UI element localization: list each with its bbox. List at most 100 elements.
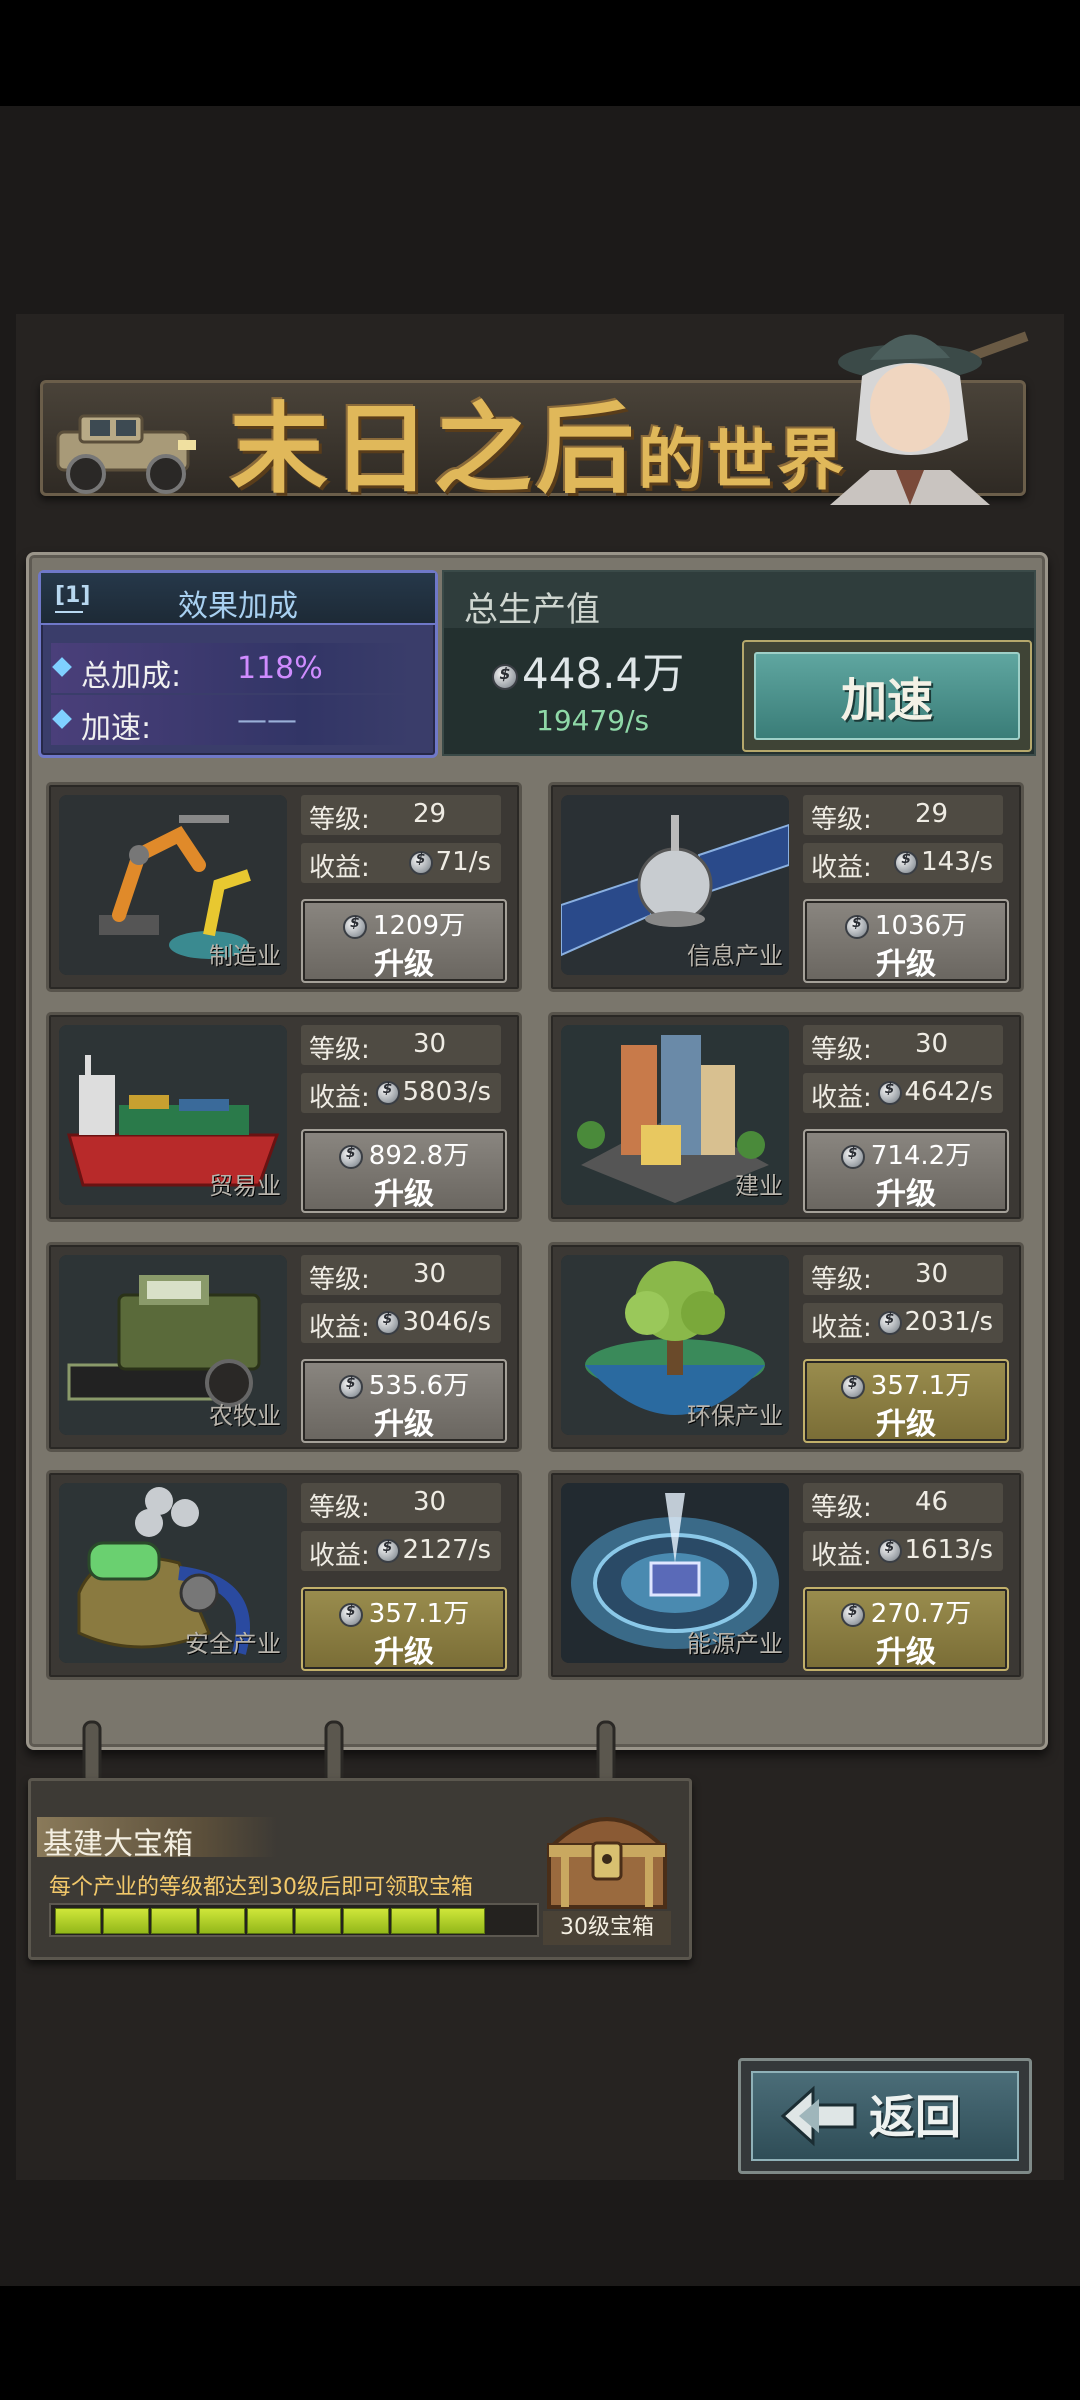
upgrade-label: 升级: [374, 947, 434, 982]
upgrade-label: 升级: [876, 1635, 936, 1670]
income-value: 3046/s: [375, 1307, 491, 1337]
output-value-text: 448.4万: [522, 649, 685, 698]
progress-segment: [103, 1908, 149, 1934]
coin-icon: [894, 850, 919, 875]
upgrade-cost-text: 357.1万: [368, 1599, 470, 1629]
coin-icon: [492, 663, 518, 690]
effect-header: [1] 效果加成: [41, 573, 435, 625]
total-bonus-value: 118%: [237, 651, 323, 686]
upgrade-label: 升级: [876, 947, 936, 982]
industry-illustration: 环保产业: [561, 1255, 789, 1435]
upgrade-button[interactable]: 1036万升级: [803, 899, 1009, 983]
chest-progress-bar: [49, 1903, 539, 1937]
output-value: 448.4万: [492, 640, 684, 701]
game-title-main: 末日之后: [230, 392, 639, 507]
upgrade-button[interactable]: 714.2万升级: [803, 1129, 1009, 1213]
upgrade-cost-text: 892.8万: [368, 1141, 470, 1171]
income-value: 143/s: [894, 847, 993, 877]
level-value: 30: [413, 1487, 447, 1517]
upgrade-button[interactable]: 357.1万升级: [301, 1587, 507, 1671]
upgrade-button[interactable]: 1209万升级: [301, 899, 507, 983]
industry-name: 建业: [735, 1172, 783, 1200]
level-value: 29: [915, 799, 949, 829]
speed-up-button-label: 加速: [841, 673, 933, 727]
industry-card: 能源产业 等级: 46 收益: 1613/s 270.7万升级: [548, 1470, 1024, 1680]
total-bonus-label: 总加成:: [81, 659, 182, 694]
level-label: 等级:: [309, 805, 370, 835]
treasure-chest-icon[interactable]: [537, 1797, 677, 1917]
upgrade-cost-text: 535.6万: [368, 1371, 470, 1401]
income-row: 收益: 2031/s: [803, 1303, 1003, 1343]
income-value-text: 1613/s: [904, 1535, 993, 1565]
level-label: 等级:: [811, 1265, 872, 1295]
coin-icon: [338, 1374, 363, 1399]
progress-segment: [391, 1908, 437, 1934]
title-banner: 末日之后的世界: [30, 320, 1030, 507]
income-label: 收益:: [811, 1313, 872, 1343]
level-value: 29: [413, 799, 447, 829]
upgrade-cost: 892.8万: [303, 1135, 505, 1172]
level-row: 等级: 30: [803, 1025, 1003, 1065]
income-value: 4642/s: [877, 1077, 993, 1107]
level-value: 30: [915, 1029, 949, 1059]
income-value: 71/s: [408, 847, 491, 877]
level-row: 等级: 29: [301, 795, 501, 835]
speed-up-button[interactable]: 加速: [742, 640, 1032, 752]
industry-card: 信息产业 等级: 29 收益: 143/s 1036万升级: [548, 782, 1024, 992]
industry-illustration: 安全产业: [59, 1483, 287, 1663]
upgrade-cost: 1036万: [805, 905, 1007, 942]
progress-segment: [199, 1908, 245, 1934]
progress-segment: [151, 1908, 197, 1934]
industry-illustration: 信息产业: [561, 795, 789, 975]
infrastructure-chest-panel: 基建大宝箱 每个产业的等级都达到30级后即可领取宝箱 30级宝箱: [28, 1778, 692, 1960]
coin-icon: [877, 1310, 902, 1335]
progress-segment: [439, 1908, 485, 1934]
income-row: 收益: 2127/s: [301, 1531, 501, 1571]
upgrade-label: 升级: [876, 1177, 936, 1212]
coin-icon: [375, 1080, 400, 1105]
income-value: 2127/s: [375, 1535, 491, 1565]
income-label: 收益:: [309, 853, 370, 883]
income-row: 收益: 5803/s: [301, 1073, 501, 1113]
back-button[interactable]: 返回: [738, 2058, 1032, 2174]
upgrade-button[interactable]: 270.7万升级: [803, 1587, 1009, 1671]
chest-title: 基建大宝箱: [43, 1827, 193, 1862]
industry-illustration: 建业: [561, 1025, 789, 1205]
effect-bonus-panel: [1] 效果加成 总加成: 118% 加速: ——: [38, 570, 438, 758]
income-label: 收益:: [309, 1541, 370, 1571]
income-label: 收益:: [811, 1083, 872, 1113]
diamond-icon: [52, 657, 72, 677]
income-value-text: 2031/s: [904, 1307, 993, 1337]
industry-illustration: 能源产业: [561, 1483, 789, 1663]
income-value-text: 3046/s: [402, 1307, 491, 1337]
upgrade-label: 升级: [374, 1635, 434, 1670]
coin-icon: [342, 914, 367, 939]
level-label: 等级:: [309, 1265, 370, 1295]
upgrade-button[interactable]: 892.8万升级: [301, 1129, 507, 1213]
level-label: 等级:: [309, 1493, 370, 1523]
coin-icon: [840, 1144, 865, 1169]
total-bonus-row: 总加成: 118%: [51, 643, 411, 694]
income-label: 收益:: [309, 1083, 370, 1113]
income-value: 5803/s: [375, 1077, 491, 1107]
upgrade-cost: 357.1万: [805, 1365, 1007, 1402]
back-button-label: 返回: [869, 2090, 961, 2144]
upgrade-button[interactable]: 535.6万升级: [301, 1359, 507, 1443]
income-value-text: 4642/s: [904, 1077, 993, 1107]
progress-segment: [247, 1908, 293, 1934]
industry-card: 安全产业 等级: 30 收益: 2127/s 357.1万升级: [46, 1470, 522, 1680]
output-rate: 19479/s: [536, 704, 650, 737]
level-label: 等级:: [811, 1493, 872, 1523]
industry-illustration: 贸易业: [59, 1025, 287, 1205]
upgrade-button[interactable]: 357.1万升级: [803, 1359, 1009, 1443]
chest-description: 每个产业的等级都达到30级后即可领取宝箱: [49, 1875, 473, 1900]
chest-caption: 30级宝箱: [543, 1911, 671, 1945]
progress-segment: [295, 1908, 341, 1934]
output-header: 总生产值: [444, 572, 1034, 630]
income-value-text: 5803/s: [402, 1077, 491, 1107]
income-value-text: 2127/s: [402, 1535, 491, 1565]
income-row: 收益: 143/s: [803, 843, 1003, 883]
income-row: 收益: 71/s: [301, 843, 501, 883]
industry-name: 贸易业: [209, 1172, 281, 1200]
industry-name: 制造业: [209, 942, 281, 970]
